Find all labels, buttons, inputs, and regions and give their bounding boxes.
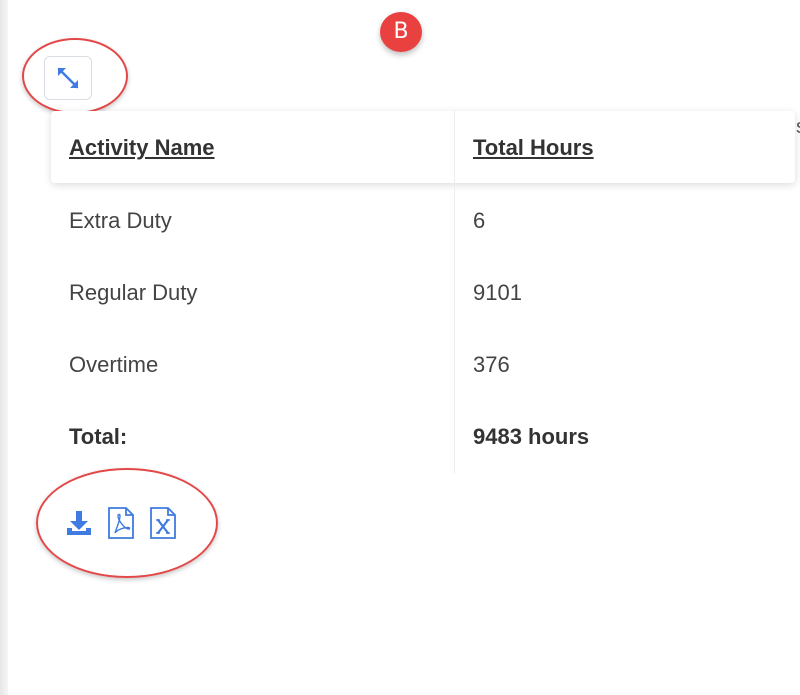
download-icon[interactable] <box>64 506 94 540</box>
activity-name-cell: Overtime <box>69 352 159 377</box>
export-toolbar <box>64 506 178 540</box>
expand-button[interactable] <box>44 56 92 100</box>
activity-name-cell: Extra Duty <box>69 208 172 233</box>
column-divider <box>454 111 455 473</box>
column-header-activity-name[interactable]: Activity Name <box>69 135 215 161</box>
page: B Activity Name Total Hours s Extra Duty… <box>0 0 800 695</box>
total-label: Total: <box>69 424 128 449</box>
activity-name-cell: Regular Duty <box>69 280 198 305</box>
total-hours-cell: 9101 <box>473 280 522 305</box>
column-header-total-hours[interactable]: Total Hours <box>473 135 594 161</box>
left-panel-edge <box>0 0 8 695</box>
pdf-file-icon[interactable] <box>106 506 136 540</box>
expand-arrows-icon <box>57 67 79 89</box>
annotation-marker: B <box>380 12 422 52</box>
table-header: Activity Name Total Hours <box>51 111 795 183</box>
excel-file-icon[interactable] <box>148 506 178 540</box>
total-hours-cell: 376 <box>473 352 510 377</box>
total-hours-cell: 6 <box>473 208 486 233</box>
clipped-text: s <box>796 116 800 139</box>
total-value: 9483 hours <box>473 424 590 449</box>
